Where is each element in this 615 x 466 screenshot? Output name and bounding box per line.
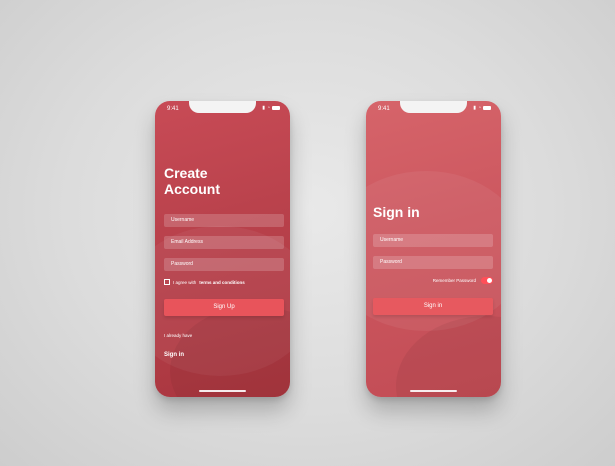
username-field[interactable]: Username — [164, 214, 284, 227]
remember-password-row: Remember Password — [433, 277, 493, 284]
terms-link[interactable]: terms and conditions — [199, 280, 245, 285]
battery-icon — [483, 106, 491, 110]
remember-password-label: Remember Password — [432, 278, 476, 283]
mockup-scene: 9:41 ▮ ◔ Create Account Username Email A… — [0, 0, 615, 466]
username-field[interactable]: Username — [373, 234, 493, 247]
signal-icon: ▮ — [473, 105, 476, 111]
title-line-account: Account — [164, 181, 220, 197]
background-wave — [170, 306, 290, 397]
status-icons: ▮ ◔ — [473, 105, 491, 111]
home-indicator — [410, 390, 457, 392]
page-title: Sign in — [373, 204, 420, 220]
status-icons: ▮ ◔ — [262, 105, 280, 111]
terms-prefix: I agree with — [173, 279, 197, 285]
battery-icon — [272, 106, 280, 110]
password-field[interactable]: Password — [373, 256, 493, 269]
wifi-icon: ◔ — [266, 105, 270, 111]
phone-notch — [189, 101, 256, 113]
status-time: 9:41 — [378, 106, 390, 112]
email-field[interactable]: Email Address — [164, 236, 284, 249]
create-account-phone: 9:41 ▮ ◔ Create Account Username Email A… — [155, 101, 290, 397]
signal-icon: ▮ — [262, 105, 265, 111]
page-title: Create Account — [164, 165, 220, 197]
home-indicator — [199, 390, 246, 392]
sign-in-link[interactable]: Sign in — [164, 352, 184, 358]
terms-row: I agree with terms and conditions — [164, 279, 245, 285]
toggle-knob — [487, 278, 492, 283]
remember-password-toggle[interactable] — [481, 277, 493, 284]
sign-in-phone: 9:41 ▮ ◔ Sign in Username Password Remem… — [366, 101, 501, 397]
sign-up-button[interactable]: Sign Up — [164, 299, 284, 316]
status-time: 9:41 — [167, 106, 179, 112]
password-field[interactable]: Password — [164, 258, 284, 271]
background-wave — [396, 316, 501, 397]
sign-in-button[interactable]: Sign in — [373, 298, 493, 315]
title-line-create: Create — [164, 165, 208, 181]
phone-notch — [400, 101, 467, 113]
terms-checkbox[interactable] — [164, 279, 170, 285]
already-have-account-text: I already have — [164, 333, 193, 338]
wifi-icon: ◔ — [477, 105, 481, 111]
